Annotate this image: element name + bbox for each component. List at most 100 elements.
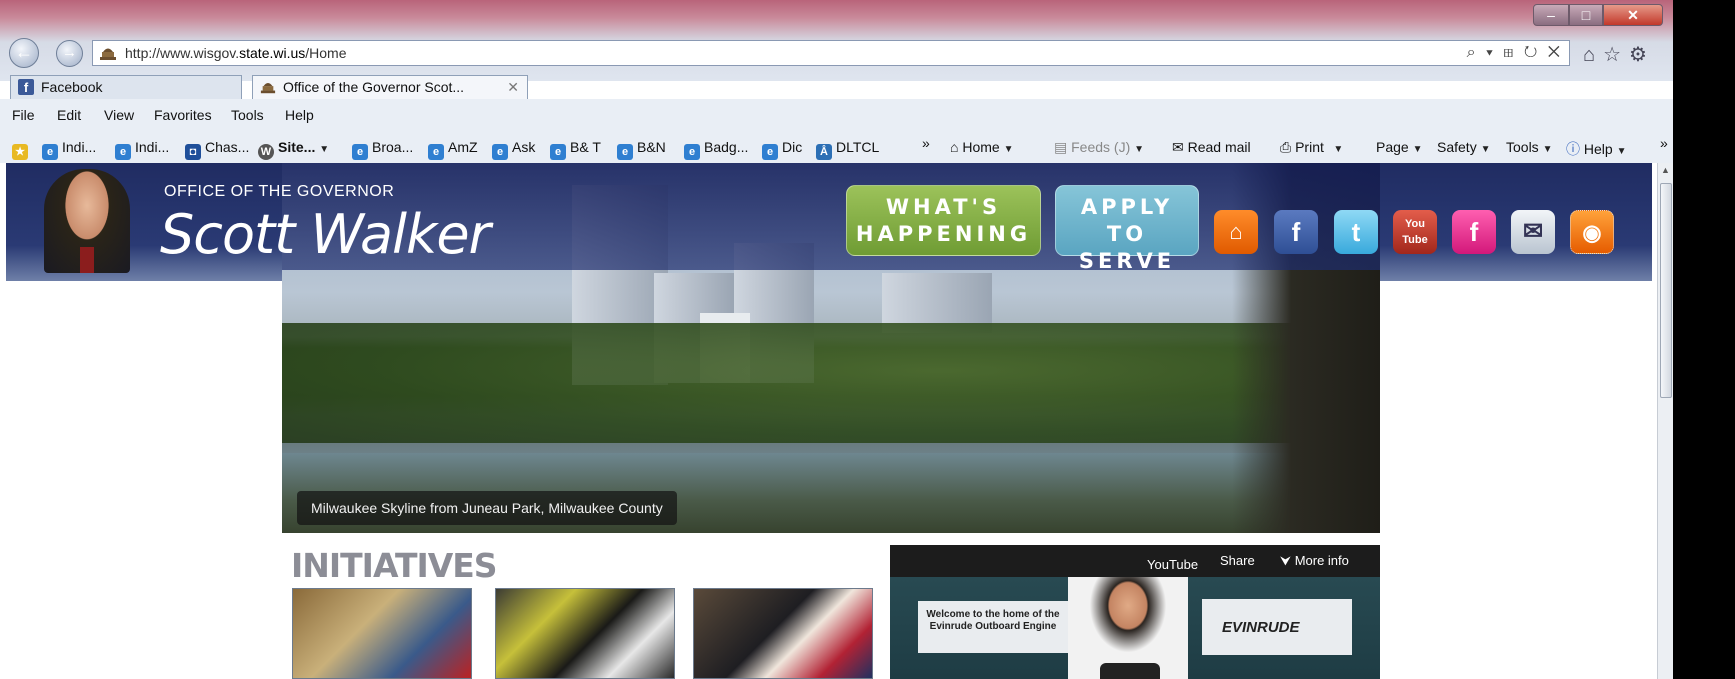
menu-edit[interactable]: Edit bbox=[57, 107, 81, 123]
treeline bbox=[282, 323, 1380, 443]
cmd-safety[interactable]: Safety ▼ bbox=[1437, 139, 1491, 155]
tab-facebook[interactable]: f Facebook bbox=[10, 75, 242, 99]
home-icon[interactable]: ⌂ bbox=[1214, 210, 1258, 254]
print-icon: ⎙ bbox=[1280, 139, 1292, 155]
favorite-item[interactable]: e B& T bbox=[550, 139, 601, 160]
menu-view[interactable]: View bbox=[104, 107, 134, 123]
address-tools-icons[interactable]: ⌕ ▾ ⊞ ↻ ✕ bbox=[1467, 41, 1563, 65]
minimize-button[interactable]: ‒ bbox=[1533, 4, 1569, 26]
favorite-item[interactable]: e Indi... bbox=[115, 139, 169, 160]
twitter-icon[interactable]: t bbox=[1334, 210, 1378, 254]
video-sign: Welcome to the home of the Evinrude Outb… bbox=[918, 601, 1068, 653]
ie-page-icon: e bbox=[115, 144, 131, 160]
tab-strip: f Facebook Office of the Governor Scot..… bbox=[0, 75, 1673, 99]
close-tab-icon[interactable]: ✕ bbox=[507, 76, 519, 98]
wordpress-icon: W bbox=[258, 144, 274, 160]
address-host: state.wi.us bbox=[239, 45, 306, 61]
ie-page-icon: e bbox=[762, 144, 778, 160]
rss-icon[interactable]: ◉ bbox=[1570, 210, 1614, 254]
vertical-scrollbar[interactable]: ▲ bbox=[1657, 163, 1673, 679]
home-favorites-settings-icons[interactable]: ⌂☆⚙ bbox=[1583, 42, 1655, 67]
menu-tools[interactable]: Tools bbox=[231, 107, 264, 123]
menu-bar: File Edit View Favorites Tools Help bbox=[0, 99, 1673, 131]
browser-titlebar: ← → http://www.wisgov.state.wi.us/Home ⌕… bbox=[0, 0, 1673, 81]
more-info-button[interactable]: ⮟ More info bbox=[1280, 553, 1349, 569]
web-page: Milwaukee Skyline from Juneau Park, Milw… bbox=[0, 163, 1657, 679]
cmd-read-mail[interactable]: ✉ Read mail bbox=[1172, 139, 1251, 156]
cmd-overflow-chevron[interactable]: » bbox=[1660, 135, 1668, 151]
video-topbar: YouTube Share ⮟ More info bbox=[890, 545, 1380, 577]
favorite-item[interactable]: e Dic bbox=[762, 139, 802, 160]
cmd-home[interactable]: ⌂ Home ▼ bbox=[950, 139, 1014, 155]
address-path: /Home bbox=[305, 45, 347, 61]
ie-page-icon: e bbox=[684, 144, 700, 160]
window-controls: ‒ □ ✕ bbox=[1533, 4, 1663, 26]
governor-name[interactable]: Scott Walker bbox=[160, 203, 491, 266]
cmd-feeds[interactable]: ▤ Feeds (J) ▼ bbox=[1054, 139, 1144, 156]
close-window-button[interactable]: ✕ bbox=[1603, 4, 1663, 26]
initiative-thumbnail-swearing-in[interactable] bbox=[693, 588, 873, 679]
facebook-icon: f bbox=[18, 79, 34, 95]
address-prefix: http://www.wisgov. bbox=[125, 45, 240, 61]
apply-to-serve-button[interactable]: APPLY TO SERVE bbox=[1055, 185, 1199, 273]
cmd-help[interactable]: ⓘ Help ▼ bbox=[1566, 139, 1626, 159]
dltcl-icon: Å bbox=[816, 144, 832, 160]
scrollbar-thumb[interactable] bbox=[1660, 183, 1672, 398]
favorites-overflow-chevron[interactable]: » bbox=[922, 135, 930, 151]
mail-icon: ✉ bbox=[1172, 139, 1184, 155]
address-bar[interactable]: http://www.wisgov.state.wi.us/Home ⌕ ▾ ⊞… bbox=[92, 40, 1570, 66]
browser-window: ← → http://www.wisgov.state.wi.us/Home ⌕… bbox=[0, 0, 1673, 679]
menu-help[interactable]: Help bbox=[285, 107, 314, 123]
ie-page-icon: e bbox=[352, 144, 368, 160]
youtube-link[interactable]: YouTube bbox=[1147, 557, 1198, 572]
capitol-icon bbox=[260, 83, 276, 94]
help-icon: ⓘ bbox=[1566, 141, 1580, 157]
favorites-star-icon[interactable]: ★ bbox=[12, 139, 32, 160]
menu-file[interactable]: File bbox=[12, 107, 35, 123]
forward-button[interactable]: → bbox=[56, 40, 83, 67]
favorite-item[interactable]: e AmZ bbox=[428, 139, 478, 160]
youtube-video-player[interactable]: YouTube Share ⮟ More info Welcome to the… bbox=[890, 545, 1380, 679]
favorite-item[interactable]: e Ask bbox=[492, 139, 535, 160]
favorite-item[interactable]: W Site... ▼ bbox=[258, 139, 329, 160]
ie-page-icon: e bbox=[428, 144, 444, 160]
favorite-item[interactable]: e Indi... bbox=[42, 139, 96, 160]
chevron-down-icon: ⮟ bbox=[1280, 553, 1292, 568]
capitol-icon bbox=[100, 48, 116, 60]
scroll-up-arrow-icon[interactable]: ▲ bbox=[1661, 165, 1670, 175]
tab-label: Office of the Governor Scot... bbox=[283, 79, 465, 95]
cmd-page[interactable]: Page ▼ bbox=[1376, 139, 1423, 155]
facebook-page-icon[interactable]: f bbox=[1452, 210, 1496, 254]
office-label: OFFICE OF THE GOVERNOR bbox=[164, 183, 395, 200]
back-button[interactable]: ← bbox=[9, 38, 39, 68]
favorites-bar: ★ e Indi... e Indi... ◘ Chas... W Site... ▼ … bbox=[0, 131, 1673, 163]
share-button[interactable]: Share bbox=[1220, 553, 1255, 568]
ie-page-icon: e bbox=[42, 144, 58, 160]
favorite-item[interactable]: e Broa... bbox=[352, 139, 413, 160]
facebook-icon[interactable]: f bbox=[1274, 210, 1318, 254]
ie-page-icon: e bbox=[550, 144, 566, 160]
favorite-item[interactable]: ◘ Chas... bbox=[185, 139, 249, 160]
email-icon[interactable]: ✉ bbox=[1511, 210, 1555, 254]
youtube-icon[interactable]: You Tube bbox=[1393, 210, 1437, 254]
initiatives-heading: INITIATIVES bbox=[291, 546, 498, 585]
maximize-button[interactable]: □ bbox=[1569, 4, 1603, 26]
tab-governor[interactable]: Office of the Governor Scot... ✕ bbox=[252, 75, 528, 99]
ie-page-icon: e bbox=[617, 144, 633, 160]
cmd-print[interactable]: ⎙ Print ▼ bbox=[1280, 139, 1343, 156]
ie-page-icon: e bbox=[492, 144, 508, 160]
home-icon: ⌂ bbox=[950, 139, 959, 155]
menu-favorites[interactable]: Favorites bbox=[154, 107, 212, 123]
chase-icon: ◘ bbox=[185, 144, 201, 160]
initiative-thumbnail-workers[interactable] bbox=[495, 588, 675, 679]
video-logo-sign: EVINRUDE bbox=[1202, 599, 1352, 655]
governor-photo bbox=[44, 169, 130, 273]
cmd-tools[interactable]: Tools ▼ bbox=[1506, 139, 1552, 155]
favorite-item[interactable]: Å DLTCL bbox=[816, 139, 879, 160]
banner-caption: Milwaukee Skyline from Juneau Park, Milw… bbox=[297, 491, 677, 525]
favorite-item[interactable]: e Badg... bbox=[684, 139, 748, 160]
initiative-thumbnail-reading[interactable] bbox=[292, 588, 472, 679]
whats-happening-button[interactable]: WHAT'S HAPPENING bbox=[846, 185, 1041, 256]
favorite-item[interactable]: e B&N bbox=[617, 139, 666, 160]
play-button[interactable] bbox=[1100, 663, 1160, 679]
